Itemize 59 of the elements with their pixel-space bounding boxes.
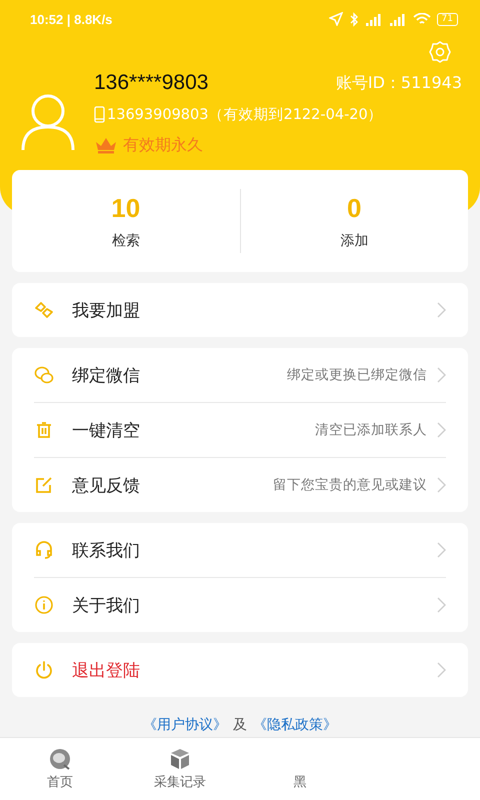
stat-label: 添加 bbox=[340, 232, 368, 250]
menu-label: 退出登陆 bbox=[72, 660, 141, 682]
menu-label: 关于我们 bbox=[72, 594, 141, 616]
nav-label: 采集记录 bbox=[154, 775, 206, 791]
location-icon bbox=[328, 12, 343, 26]
menu-item[interactable]: 关于我们 bbox=[34, 577, 446, 632]
wechat-icon bbox=[34, 365, 54, 385]
headset-icon bbox=[34, 540, 54, 560]
menu-label: 一键清空 bbox=[72, 420, 141, 442]
stat-value: 10 bbox=[111, 192, 140, 224]
menu-label: 我要加盟 bbox=[72, 300, 141, 322]
bluetooth-icon bbox=[348, 12, 359, 26]
nav-label: 黑 bbox=[294, 775, 306, 791]
trash-icon bbox=[34, 420, 54, 440]
chevron-icon bbox=[437, 477, 446, 493]
menu-item[interactable]: 绑定微信 绑定或更换已绑定微信 bbox=[34, 348, 446, 402]
chevron-icon bbox=[437, 662, 446, 678]
account-id: 账号ID：511943 bbox=[336, 72, 462, 94]
power-icon bbox=[34, 660, 54, 680]
stat-value: 0 bbox=[347, 192, 362, 224]
info-icon bbox=[34, 595, 54, 615]
menu-label: 联系我们 bbox=[72, 540, 141, 562]
box-icon bbox=[168, 747, 192, 771]
edit-icon bbox=[34, 475, 54, 495]
chevron-icon bbox=[437, 422, 446, 438]
menu-hint: 留下您宝贵的意见或建议 bbox=[273, 476, 427, 494]
signal-icon bbox=[388, 12, 407, 26]
menu-hint: 清空已添加联系人 bbox=[315, 421, 427, 439]
chevron-icon bbox=[437, 367, 446, 383]
signal-icon bbox=[364, 12, 383, 26]
menu-label: 意见反馈 bbox=[72, 474, 141, 496]
chevron-icon bbox=[437, 542, 446, 558]
menu-item[interactable]: 退出登陆 bbox=[34, 643, 446, 697]
chevron-icon bbox=[437, 302, 446, 318]
menu-hint: 绑定或更换已绑定微信 bbox=[287, 366, 427, 384]
status-time: 10:52 | 8.8K/s bbox=[30, 12, 112, 26]
phone-number: 13693909803（有效期到2122-04-20） bbox=[107, 106, 383, 124]
nav-label: 首页 bbox=[47, 775, 73, 791]
avatar-icon bbox=[20, 92, 76, 152]
policy-link[interactable]: 《用户协议》 bbox=[143, 716, 227, 734]
phone-icon bbox=[94, 106, 105, 122]
chevron-icon bbox=[437, 597, 446, 613]
settings-icon[interactable] bbox=[428, 40, 452, 64]
menu-item[interactable]: 意见反馈 留下您宝贵的意见或建议 bbox=[34, 457, 446, 512]
nav-tab[interactable]: 采集记录 bbox=[120, 738, 240, 800]
wifi-icon bbox=[412, 12, 431, 26]
nav-tab[interactable]: 首页 bbox=[0, 738, 120, 800]
crown-icon bbox=[94, 136, 118, 154]
user-name: 136****9803 bbox=[94, 71, 208, 95]
menu-item[interactable]: 一键清空 清空已添加联系人 bbox=[34, 402, 446, 457]
battery-level: 71 bbox=[442, 14, 453, 24]
joiner-text: 及 bbox=[233, 716, 247, 734]
menu-item[interactable]: 联系我们 bbox=[34, 523, 446, 577]
nav-tab[interactable]: 黑 bbox=[240, 738, 360, 800]
menu-item[interactable]: 我要加盟 bbox=[34, 283, 446, 337]
validity-text: 有效期永久 bbox=[123, 134, 203, 156]
menu-label: 绑定微信 bbox=[72, 364, 141, 386]
policy-link[interactable]: 《隐私政策》 bbox=[253, 716, 337, 734]
stat-label: 检索 bbox=[112, 232, 140, 250]
